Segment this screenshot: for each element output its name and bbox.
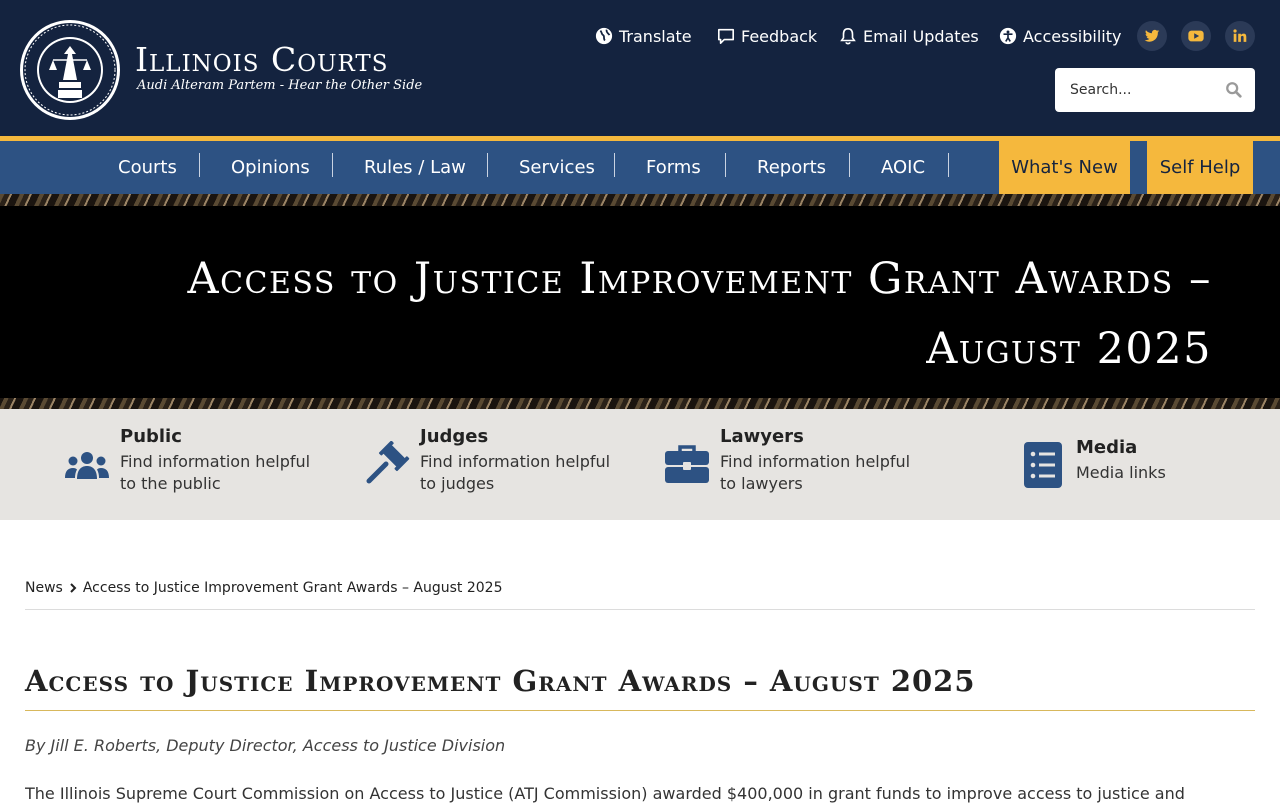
briefcase-icon — [665, 445, 709, 483]
youtube-icon — [1188, 30, 1204, 42]
breadcrumb-divider — [25, 609, 1255, 610]
email-updates-link[interactable]: Email Updates — [839, 25, 979, 47]
nav-item-rules-law[interactable]: Rules / Law — [364, 141, 466, 194]
search-icon[interactable] — [1225, 81, 1243, 99]
hero-title: Access to Justice Improvement Grant Awar… — [187, 254, 1212, 374]
audience-strip: Public Find information helpful to the p… — [0, 409, 1280, 520]
article-byline: By Jill E. Roberts, Deputy Director, Acc… — [25, 736, 506, 755]
email-updates-label: Email Updates — [863, 26, 979, 46]
accessibility-icon — [999, 27, 1017, 45]
translate-label: Translate — [619, 26, 692, 46]
nav-divider — [614, 153, 615, 177]
nav-divider — [487, 153, 488, 177]
nav-divider — [725, 153, 726, 177]
audience-media-desc: Media links — [1076, 463, 1166, 482]
feedback-label: Feedback — [741, 26, 818, 46]
chevron-right-icon — [70, 583, 77, 593]
supreme-court-seal-logo[interactable] — [19, 18, 121, 122]
nav-divider — [849, 153, 850, 177]
nav-divider — [332, 153, 333, 177]
breadcrumb-current: Access to Justice Improvement Grant Awar… — [82, 580, 503, 596]
feedback-link[interactable]: Feedback — [717, 25, 817, 47]
twitter-icon — [1144, 29, 1160, 42]
nav-item-reports[interactable]: Reports — [757, 141, 826, 194]
site-title[interactable]: Illinois Courts — [135, 40, 388, 79]
audience-judges[interactable]: Judges Find information helpful to judge… — [364, 409, 614, 520]
breadcrumb: News Access to Justice Improvement Grant… — [25, 580, 503, 596]
hero-banner: Access to Justice Improvement Grant Awar… — [0, 194, 1280, 409]
nav-item-services[interactable]: Services — [519, 141, 595, 194]
page-title: Access to Justice Improvement Grant Awar… — [25, 664, 976, 698]
search-box — [1055, 68, 1255, 112]
nav-item-forms[interactable]: Forms — [646, 141, 701, 194]
audience-public-title: Public — [120, 426, 182, 447]
audience-lawyers-desc: Find information helpful to lawyers — [720, 452, 911, 493]
audience-judges-desc: Find information helpful to judges — [420, 452, 611, 493]
audience-public-desc: Find information helpful to the public — [120, 452, 311, 493]
globe-icon — [595, 27, 613, 45]
audience-media-title: Media — [1076, 437, 1138, 458]
site-tagline: Audi Alteram Partem - Hear the Other Sid… — [137, 78, 423, 93]
audience-lawyers[interactable]: Lawyers Find information helpful to lawy… — [664, 409, 914, 520]
audience-public[interactable]: Public Find information helpful to the p… — [64, 409, 314, 520]
linkedin-icon — [1233, 29, 1247, 42]
audience-lawyers-title: Lawyers — [720, 426, 804, 447]
audience-media[interactable]: Media Media links — [1023, 409, 1223, 520]
translate-link[interactable]: Translate — [595, 25, 692, 47]
list-icon — [1024, 442, 1062, 488]
comment-icon — [717, 28, 735, 45]
nav-item-aoic[interactable]: AOIC — [881, 141, 925, 194]
accessibility-link[interactable]: Accessibility — [999, 25, 1121, 47]
gavel-icon — [366, 441, 410, 484]
hero-title-band: Access to Justice Improvement Grant Awar… — [0, 206, 1280, 398]
breadcrumb-news-link[interactable]: News — [25, 580, 63, 596]
twitter-link[interactable] — [1137, 21, 1167, 51]
youtube-link[interactable] — [1181, 21, 1211, 51]
nav-item-courts[interactable]: Courts — [118, 141, 177, 194]
title-divider — [25, 710, 1255, 711]
nav-divider — [199, 153, 200, 177]
bell-icon — [840, 27, 856, 45]
users-icon — [65, 452, 109, 479]
whats-new-button[interactable]: What's New — [999, 141, 1130, 194]
accessibility-label: Accessibility — [1023, 26, 1122, 46]
audience-judges-title: Judges — [420, 426, 489, 447]
linkedin-link[interactable] — [1225, 21, 1255, 51]
self-help-button[interactable]: Self Help — [1147, 141, 1253, 194]
nav-divider — [948, 153, 949, 177]
nav-item-opinions[interactable]: Opinions — [231, 141, 310, 194]
site-header: Illinois Courts Audi Alteram Partem - He… — [0, 0, 1280, 136]
main-nav: Courts Opinions Rules / Law Services For… — [0, 141, 1280, 194]
search-input[interactable] — [1055, 68, 1215, 112]
article-lead-paragraph: The Illinois Supreme Court Commission on… — [25, 784, 1185, 803]
